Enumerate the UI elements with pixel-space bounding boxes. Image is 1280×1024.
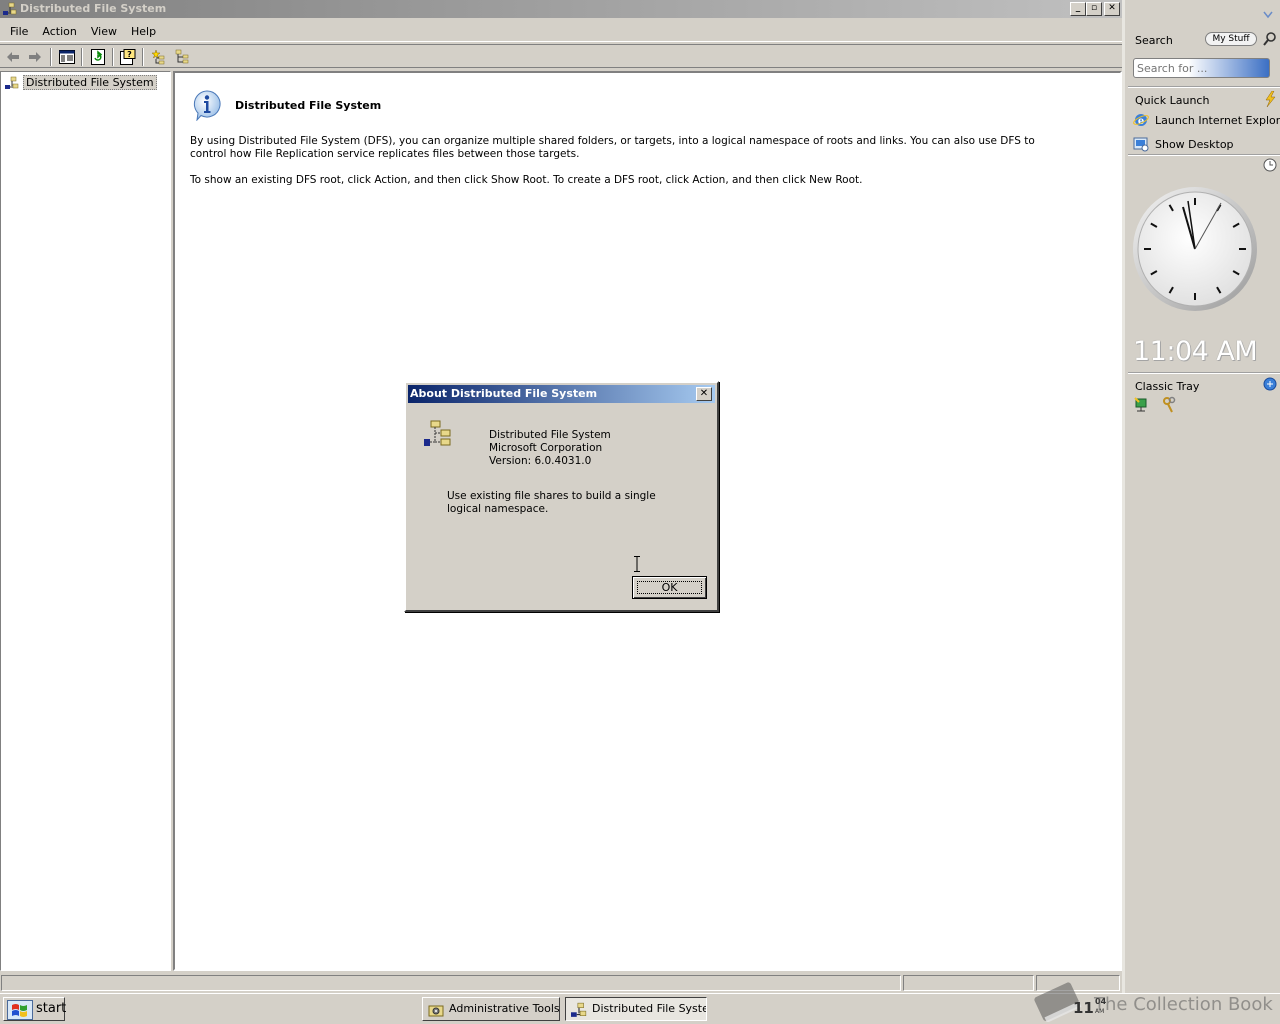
console-tree-icon [59,50,75,64]
windows-sidebar: Search My Stuff Quick Launch e Launch In… [1122,0,1280,993]
close-button[interactable]: ✕ [1104,2,1120,16]
dialog-titlebar[interactable]: About Distributed File System ✕ [408,385,715,403]
search-input[interactable] [1133,58,1270,78]
pane-title: Distributed File System [235,99,382,112]
quick-launch-show-desktop[interactable]: Show Desktop [1133,136,1280,152]
taskbar: start Administrative Tools Distributed F… [0,982,1280,1024]
toolbar: ? [0,44,1122,68]
show-root-icon [175,49,189,64]
version-text: Version: 6.0.4031.0 [489,455,592,467]
search-label: Search [1135,34,1173,47]
tray-settings-icon[interactable] [1263,377,1277,391]
dfs-icon [424,420,451,446]
svg-text:?: ? [127,50,132,59]
status-cell-2 [903,975,1034,991]
tree-item-label: Distributed File System [23,75,157,90]
status-cell-main [1,975,901,991]
task-administrative-tools[interactable]: Administrative Tools [422,997,560,1021]
quick-launch-show-desktop-label: Show Desktop [1155,137,1234,151]
new-root-button[interactable] [149,48,169,66]
info-icon [193,90,221,121]
analog-clock [1133,187,1257,311]
windows-logo-icon [7,1000,33,1020]
window-titlebar[interactable]: Distributed File System _ ▫ ✕ [0,0,1122,18]
chevron-down-icon[interactable] [1263,11,1273,19]
dialog-close-button[interactable]: ✕ [696,387,712,401]
back-button[interactable] [3,48,23,66]
menu-action[interactable]: Action [35,22,83,41]
dfs-icon [5,76,19,89]
help-icon: ? [120,49,136,65]
dfs-icon [571,1002,587,1017]
show-root-button[interactable] [173,48,193,66]
quick-launch-label: Quick Launch [1135,94,1210,107]
refresh-button[interactable] [88,48,108,66]
dialog-product-info: Distributed File System Microsoft Corpor… [489,429,611,468]
help-button[interactable]: ? [118,48,138,66]
lightning-icon[interactable] [1263,91,1277,107]
refresh-icon [91,49,105,65]
ok-button[interactable]: OK [632,576,707,599]
text-cursor-icon [634,556,640,572]
console-tree: Distributed File System [0,71,171,971]
show-hide-tree-button[interactable] [57,48,77,66]
new-root-icon [151,49,165,65]
show-desktop-icon [1133,137,1149,152]
start-label: start [36,1001,67,1016]
product-name: Distributed File System [489,429,611,441]
dfs-icon [3,2,17,15]
status-bar [0,973,1122,993]
search-icon[interactable] [1263,31,1277,47]
menu-view[interactable]: View [84,22,124,41]
clock-icon[interactable] [1263,158,1277,172]
minimize-button[interactable]: _ [1070,2,1086,16]
back-icon [7,52,19,62]
digital-clock: 11:04 AM [1133,336,1258,367]
keys-tray-icon[interactable] [1161,396,1177,414]
tray-clock-hour[interactable]: 11 [1073,999,1094,1017]
task-label: Distributed File Syster [592,1002,707,1015]
company-name: Microsoft Corporation [489,442,603,454]
network-tray-icon[interactable] [1133,396,1149,414]
classic-tray-label: Classic Tray [1135,380,1200,393]
menu-help[interactable]: Help [124,22,163,41]
task-label: Administrative Tools [449,1002,560,1015]
window-title: Distributed File System [20,2,167,15]
admin-tools-icon [428,1005,444,1017]
mystuff-button[interactable]: My Stuff [1205,32,1257,46]
start-button[interactable]: start [3,997,67,1021]
menu-bar: File Action View Help [0,22,1122,42]
pane-instructions: To show an existing DFS root, click Acti… [190,174,863,186]
dialog-description: Use existing file shares to build a sing… [447,490,656,515]
forward-button[interactable] [25,48,45,66]
pane-description: By using Distributed File System (DFS), … [190,135,1035,160]
dialog-title: About Distributed File System [410,387,598,400]
forward-icon [29,52,41,62]
tree-item-dfs[interactable]: Distributed File System [5,75,157,90]
about-dialog: About Distributed File System ✕ Distribu… [404,381,719,612]
quick-launch-ie-label: Launch Internet Explorer Browser [1155,113,1280,127]
task-distributed-file-system[interactable]: Distributed File Syster [565,997,707,1021]
ie-icon: e [1133,114,1149,127]
maximize-button[interactable]: ▫ [1086,2,1102,16]
watermark-text: The Collection Book [1094,994,1273,1015]
menu-file[interactable]: File [3,22,35,41]
quick-launch-ie[interactable]: e Launch Internet Explorer Browser [1133,112,1280,128]
